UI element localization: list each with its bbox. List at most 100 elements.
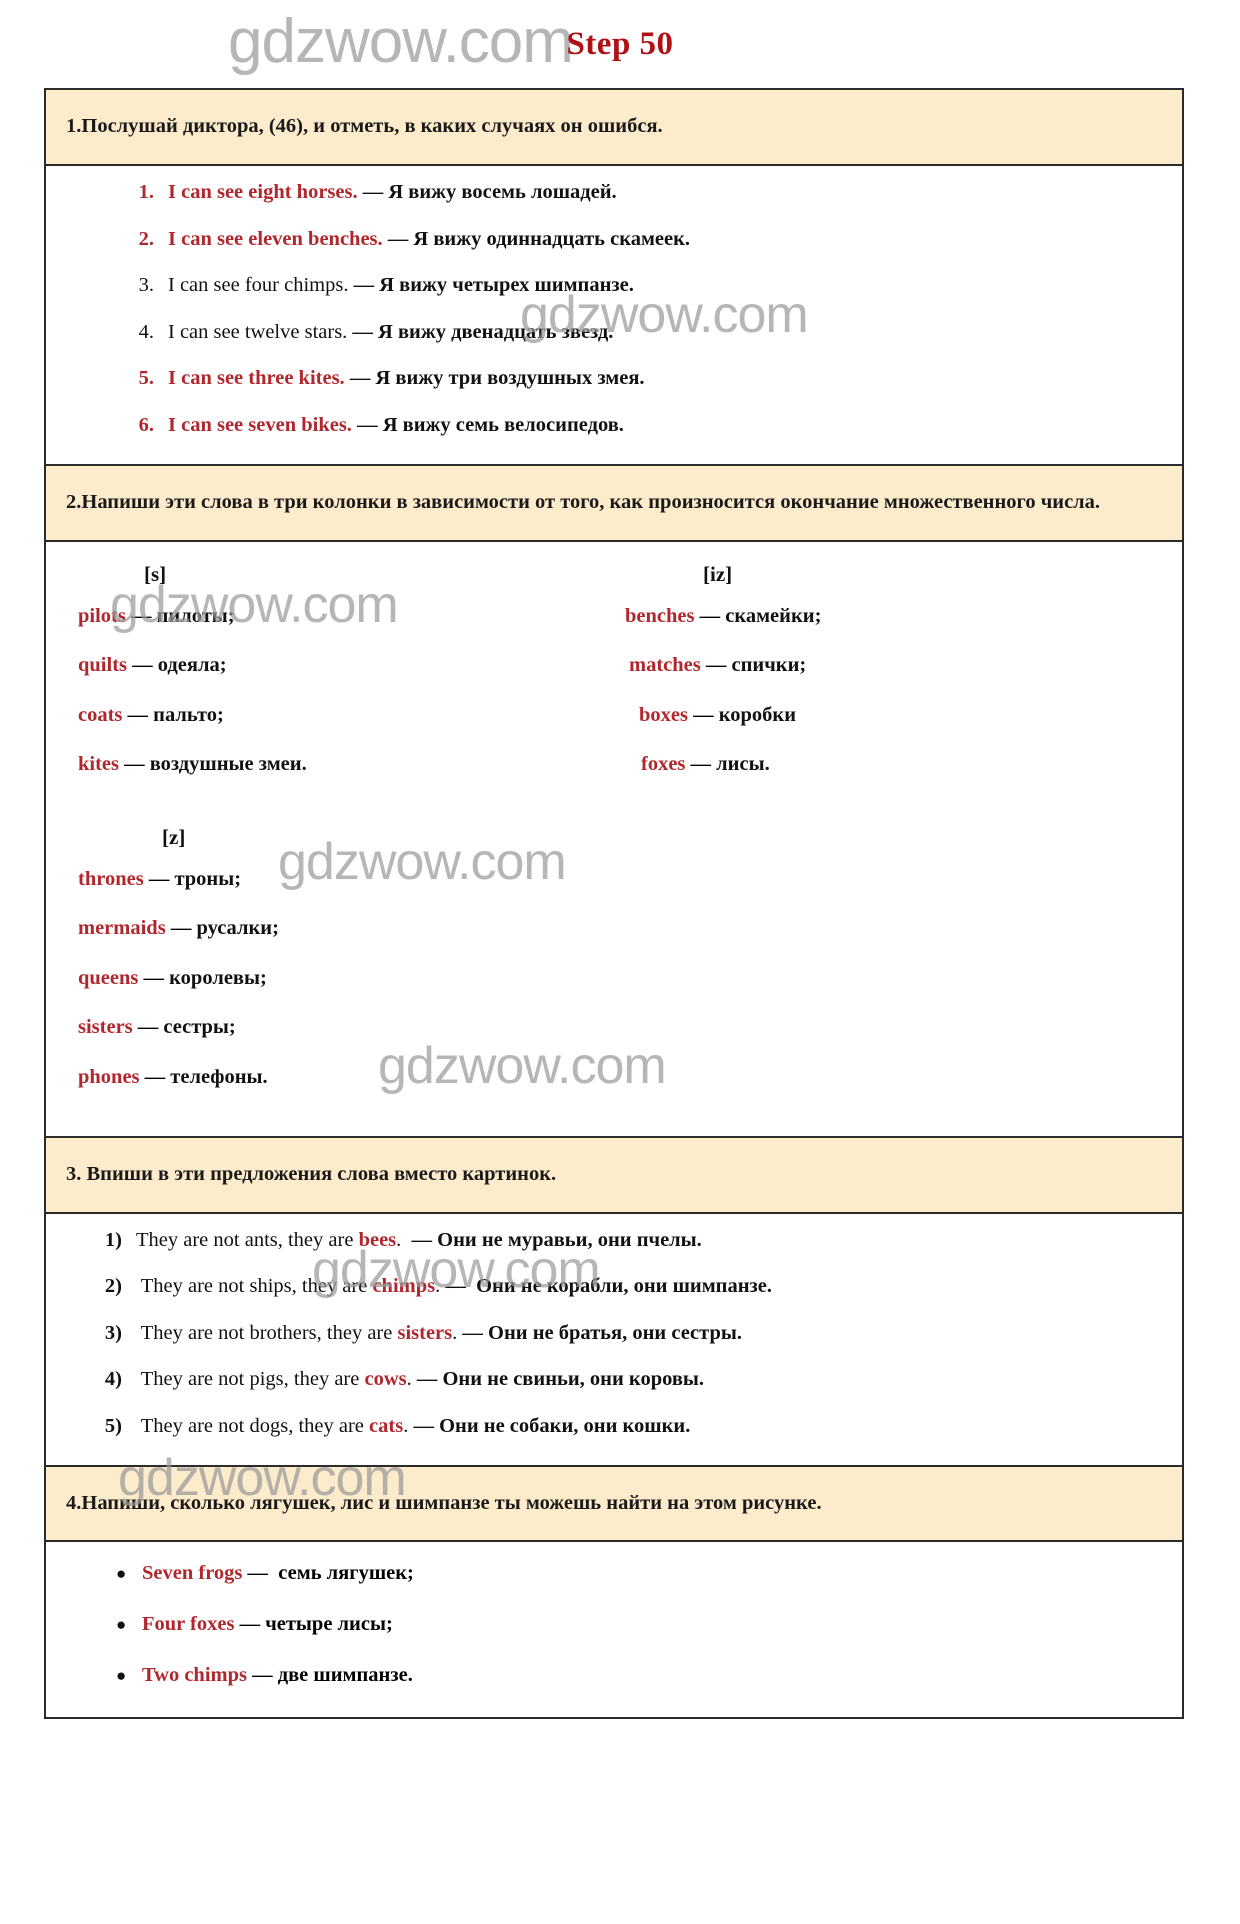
sentence-text: They are not ships, they are chimps. — О… [136, 1274, 772, 1299]
dash-separator: — [138, 966, 170, 989]
russian-translation: Я вижу три воздушных змея. [375, 367, 645, 390]
dash-separator: — [139, 1066, 171, 1088]
russian-translation: Они не свиньи, они коровы. [442, 1368, 705, 1391]
russian-translation: коробки [718, 703, 797, 726]
list-item: ● Four foxes — четыре лисы; [116, 1613, 1164, 1636]
english-word: thrones [78, 867, 144, 890]
english-sentence: I can see three kites. [168, 367, 345, 390]
sentence-text: I can see eight horses. — Я вижу восемь … [168, 180, 617, 205]
dash-separator: — [246, 1664, 278, 1687]
row-number: 1. [138, 180, 154, 203]
russian-translation: Я вижу четырех шимпанзе. [379, 274, 634, 297]
column-s: [s] pilots — пилоты; quilts — одеяла; coats… [66, 556, 615, 803]
row-number: 2) [104, 1275, 122, 1298]
russian-translation: Они не собаки, они кошки. [439, 1414, 691, 1437]
sentence-text: I can see four chimps. — Я вижу четырех … [168, 273, 634, 298]
row-number: 4) [104, 1368, 122, 1391]
word-pair: coats — пальто; [66, 704, 615, 728]
word-pair: phones — телефоны. [66, 1066, 1164, 1090]
russian-translation: Я вижу восемь лошадей. [388, 180, 617, 203]
sentence-row: 5) They are not dogs, they are cats. — О… [66, 1414, 1164, 1439]
english-word: benches [625, 604, 695, 627]
sentence-text: They are not pigs, they are cows. — Они … [136, 1367, 704, 1392]
russian-translation: пальто; [153, 703, 224, 726]
task-4-heading: 4.Напиши, сколько лягушек, лис и шимпанз… [46, 1466, 1182, 1543]
english-sentence: I can see four chimps. [168, 274, 349, 297]
english-word: phones [78, 1066, 140, 1088]
word-pair: mermaids — русалки; [66, 917, 1164, 941]
row-number: 1) [104, 1228, 122, 1251]
english-sentence: I can see seven bikes. [168, 413, 352, 436]
sentence-row: 5. I can see three kites. — Я вижу три во… [66, 366, 1164, 391]
dash-separator: — [700, 654, 732, 677]
sentence-row: 2. I can see eleven benches. — Я вижу оди… [66, 227, 1164, 252]
row-number: 2. [138, 227, 154, 250]
sentence-text: They are not ants, they are bees. — Они … [136, 1228, 702, 1253]
row-number: 5. [138, 367, 154, 390]
dash-separator: — [234, 1613, 266, 1636]
russian-translation: Они не муравьи, они пчелы. [437, 1228, 702, 1251]
answer-word: sisters [397, 1321, 453, 1344]
task-3-body: 1) They are not ants, they are bees. — Он… [46, 1214, 1182, 1467]
list-item: ● Seven frogs — семь лягушек; [116, 1562, 1164, 1585]
sentence-row: 6. I can see seven bikes. — Я вижу семь в… [66, 413, 1164, 438]
row-number: 5) [104, 1414, 122, 1437]
dash-separator: — [357, 180, 389, 203]
dash-separator: — [348, 274, 380, 297]
english-word: queens [78, 966, 139, 989]
dash-separator: — [344, 367, 376, 390]
english-word: matches [629, 654, 701, 677]
dash-separator: — [401, 1228, 438, 1251]
word-pair: matches — спички; [629, 654, 1164, 678]
russian-translation: скамейки; [725, 604, 822, 627]
sentence-text: I can see seven bikes. — Я вижу семь вел… [168, 413, 624, 438]
dash-separator: — [125, 604, 157, 627]
sentence-text: They are not brothers, they are sisters.… [136, 1321, 742, 1346]
sentence-row: 1. I can see eight horses. — Я вижу восем… [66, 180, 1164, 205]
english-word: quilts [78, 654, 127, 677]
sentence-row: 3) They are not brothers, they are siste… [66, 1321, 1164, 1346]
page-title: Step 50 [566, 26, 674, 62]
task-1-body: 1. I can see eight horses. — Я вижу восем… [46, 166, 1182, 466]
russian-translation: пилоты; [156, 604, 235, 627]
english-sentence-end: . [435, 1275, 446, 1298]
english-word: pilots [78, 604, 126, 627]
russian-translation: Я вижу одиннадцать скамеек. [413, 227, 691, 250]
column-iz: [iz] benches — скамейки; matches — спички;… [615, 556, 1164, 803]
dash-separator: — [132, 1016, 164, 1039]
answer-word: cows [364, 1368, 407, 1391]
word-pair: queens — королевы; [66, 967, 1164, 991]
bullet-dot-icon: ● [116, 1564, 127, 1584]
sentence-row: 2) They are not ships, they are chimps. … [66, 1274, 1164, 1299]
dash-separator: — [242, 1562, 279, 1585]
answer-word: chimps [372, 1275, 436, 1298]
word-pair: kites — воздушные змеи. [66, 753, 615, 777]
dash-separator: — [408, 1414, 440, 1437]
dash-separator: — [685, 753, 717, 776]
russian-translation: Они не корабли, они шимпанзе. [476, 1275, 772, 1298]
english-word: coats [78, 703, 123, 726]
russian-translation: Они не братья, они сестры. [488, 1321, 742, 1344]
sentence-text: I can see eleven benches. — Я вижу одинн… [168, 227, 690, 252]
dash-separator: — [382, 227, 414, 250]
dash-separator: — [119, 753, 150, 776]
russian-translation: две шимпанзе. [277, 1664, 413, 1687]
row-number: 4. [138, 320, 154, 343]
russian-translation: русалки; [196, 917, 279, 940]
english-sentence-start: They are not pigs, they are [136, 1368, 365, 1391]
sentence-row: 1) They are not ants, they are bees. — Он… [66, 1228, 1164, 1253]
dash-separator: — [457, 1321, 488, 1344]
english-sentence: I can see twelve stars. [168, 320, 348, 343]
dash-separator: — [127, 654, 158, 677]
english-word: mermaids [78, 917, 166, 940]
russian-translation: телефоны. [170, 1066, 268, 1088]
row-number: 3) [104, 1321, 122, 1344]
russian-translation: королевы; [169, 966, 267, 989]
word-pair: benches — скамейки; [625, 605, 1164, 629]
english-sentence-start: They are not dogs, they are [136, 1414, 370, 1437]
row-number: 3. [138, 274, 154, 297]
english-sentence: I can see eight horses. [168, 180, 358, 203]
word-pair: thrones — троны; [66, 868, 1164, 892]
sentence-text: I can see twelve stars. — Я вижу двенадц… [168, 320, 613, 345]
english-sentence: I can see eleven benches. [168, 227, 383, 250]
